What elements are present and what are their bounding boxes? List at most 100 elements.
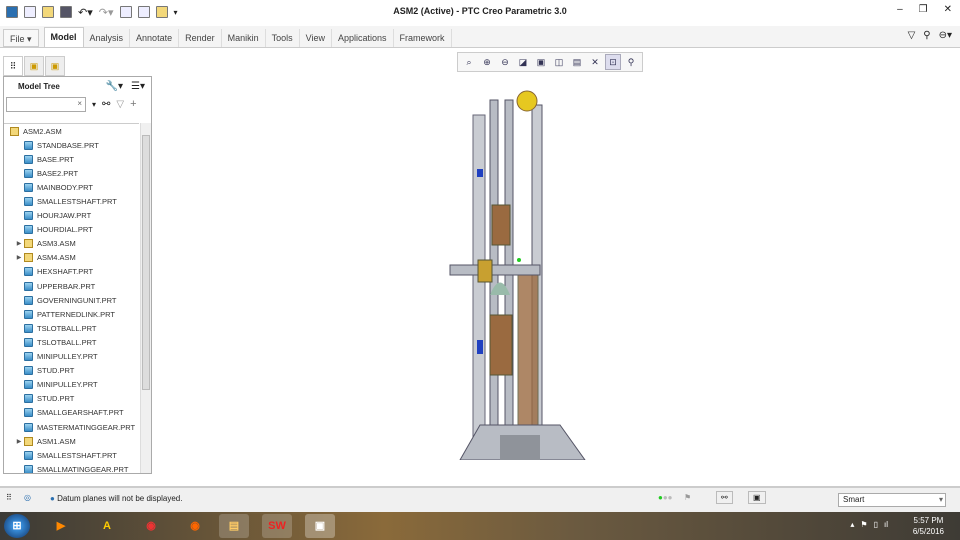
tab-manikin[interactable]: Manikin — [222, 29, 266, 47]
flag-icon[interactable]: ⚑ — [684, 493, 691, 502]
assembly-icon — [24, 239, 33, 249]
tree-item[interactable]: ▶ ASM1.ASM — [4, 434, 139, 448]
tree-item[interactable]: GOVERNINGUNIT.PRT — [4, 293, 139, 307]
annotation-display-icon[interactable]: ⊡ — [605, 54, 621, 70]
tree-item[interactable]: BASE2.PRT — [4, 166, 139, 180]
expand-icon[interactable]: ▶ — [14, 254, 24, 261]
add-icon[interactable]: + — [130, 98, 136, 110]
display-style-icon[interactable]: ▣ — [533, 54, 549, 70]
assembly-model-view[interactable] — [440, 85, 600, 460]
part-icon — [24, 464, 33, 473]
find-icon[interactable]: ⚯ — [716, 491, 733, 504]
solidworks-icon[interactable]: SW — [262, 514, 292, 538]
tree-item[interactable]: BASE.PRT — [4, 152, 139, 166]
tab-tools[interactable]: Tools — [266, 29, 300, 47]
power-icon[interactable]: ▯ — [874, 520, 878, 529]
tree-item[interactable]: TSLOTBALL.PRT — [4, 321, 139, 335]
collapse-ribbon-icon[interactable]: ▽ — [908, 30, 916, 41]
tree-item[interactable]: PATTERNEDLINK.PRT — [4, 307, 139, 321]
tree-item-label: MASTERMATINGGEAR.PRT — [37, 422, 136, 432]
browser-icon[interactable]: ◎ — [24, 493, 31, 502]
tree-item[interactable]: SMALLGEARSHAFT.PRT — [4, 406, 139, 420]
undo-icon[interactable]: ↶▾ — [78, 6, 93, 19]
refit-icon[interactable]: ⌕ — [461, 54, 477, 70]
assembly-icon — [10, 126, 19, 136]
tree-item[interactable]: MINIPULLEY.PRT — [4, 378, 139, 392]
tree-item[interactable]: HOURJAW.PRT — [4, 209, 139, 223]
datum-display-icon[interactable]: ✕ — [587, 54, 603, 70]
windows-icon[interactable] — [137, 6, 150, 18]
minimize-icon[interactable]: – — [897, 4, 903, 15]
repaint-icon[interactable]: ◪ — [515, 54, 531, 70]
show-menu-icon[interactable]: ☰▾ — [131, 81, 145, 92]
tree-item[interactable]: STANDBASE.PRT — [4, 138, 139, 152]
tab-applications[interactable]: Applications — [332, 29, 394, 47]
tab-framework[interactable]: Framework — [394, 29, 452, 47]
help-icon[interactable]: ⊖▾ — [939, 30, 952, 41]
favorites-tab[interactable]: ▣ — [45, 56, 65, 76]
zoom-out-icon[interactable]: ⊖ — [497, 54, 513, 70]
close-window-icon[interactable] — [155, 6, 168, 18]
clock[interactable]: 5:57 PM 6/5/2016 — [913, 515, 944, 537]
settings-tools-icon[interactable]: 🔧▾ — [106, 81, 123, 92]
zoom-in-icon[interactable]: ⊕ — [479, 54, 495, 70]
show-hidden-icon[interactable]: ▴ — [850, 520, 854, 529]
tree-item[interactable]: HEXSHAFT.PRT — [4, 265, 139, 279]
selection-filter-select[interactable]: Smart ▾ — [838, 493, 946, 507]
open-folder-icon[interactable] — [42, 6, 54, 18]
filter-icon[interactable]: ▽ — [116, 99, 124, 110]
regenerate-icon[interactable] — [119, 6, 132, 18]
expand-icon[interactable]: ▶ — [14, 240, 24, 247]
tree-item[interactable]: MAINBODY.PRT — [4, 180, 139, 194]
creo-taskbar-icon[interactable]: ▣ — [305, 514, 335, 538]
tree-item[interactable]: TSLOTBALL.PRT — [4, 335, 139, 349]
view-manager-icon[interactable]: ▤ — [569, 54, 585, 70]
expand-icon[interactable]: ▶ — [14, 438, 24, 445]
tree-item[interactable]: HOURDIAL.PRT — [4, 223, 139, 237]
customize-dropdown-icon[interactable]: ▾ — [174, 8, 178, 17]
redo-icon[interactable]: ↷▾ — [99, 6, 114, 19]
tree-item[interactable]: ▶ ASM3.ASM — [4, 237, 139, 251]
model-tree-tab[interactable]: ⠿ — [3, 56, 23, 76]
new-file-icon[interactable] — [24, 6, 36, 18]
spin-center-icon[interactable]: ⚲ — [623, 54, 639, 70]
binoculars-icon[interactable]: ⚯ — [102, 99, 110, 110]
restore-icon[interactable]: ❐ — [919, 4, 928, 15]
close-icon[interactable]: ✕ — [944, 4, 952, 15]
search-icon[interactable]: ⚲ — [923, 30, 930, 41]
selection-icon[interactable]: ▣ — [748, 491, 766, 504]
tree-item[interactable]: MINIPULLEY.PRT — [4, 350, 139, 364]
chrome-icon[interactable]: ◉ — [136, 514, 166, 538]
save-icon[interactable] — [60, 6, 72, 18]
tree-item[interactable]: ASM2.ASM — [4, 124, 139, 138]
tree-search-input[interactable]: × — [6, 96, 86, 112]
tree-item[interactable]: SMALLESTSHAFT.PRT — [4, 194, 139, 208]
tree-scrollbar[interactable] — [140, 123, 151, 473]
tree-item[interactable]: SMALLESTSHAFT.PRT — [4, 448, 139, 462]
network-icon[interactable]: ıl — [884, 520, 888, 529]
search-dropdown-icon[interactable]: ▾ — [92, 100, 96, 109]
firefox-icon[interactable]: ◉ — [180, 514, 210, 538]
folder-browser-tab[interactable]: ▣ — [24, 56, 44, 76]
file-explorer-icon[interactable]: ▤ — [219, 514, 249, 538]
tab-model[interactable]: Model — [43, 27, 84, 47]
media-player-icon[interactable]: ▶ — [46, 514, 76, 538]
clear-icon[interactable]: × — [77, 99, 82, 108]
action-center-flag-icon[interactable]: ⚑ — [860, 520, 867, 529]
tab-analysis[interactable]: Analysis — [84, 29, 131, 47]
tab-view[interactable]: View — [300, 29, 332, 47]
tree-item[interactable]: SMALLMATINGGEAR.PRT — [4, 462, 139, 473]
app-a-icon[interactable]: A — [92, 514, 122, 538]
tree-item[interactable]: STUD.PRT — [4, 364, 139, 378]
tree-item[interactable]: MASTERMATINGGEAR.PRT — [4, 420, 139, 434]
app-icon[interactable] — [6, 6, 18, 18]
tab-render[interactable]: Render — [179, 29, 222, 47]
toggle-navigator-icon[interactable]: ⠿ — [6, 493, 12, 502]
saved-orientations-icon[interactable]: ◫ — [551, 54, 567, 70]
tab-file[interactable]: File ▾ — [3, 29, 39, 47]
tab-annotate[interactable]: Annotate — [130, 29, 180, 47]
tree-item[interactable]: UPPERBAR.PRT — [4, 279, 139, 293]
tree-item[interactable]: ▶ ASM4.ASM — [4, 251, 139, 265]
start-button[interactable]: ⊞ — [4, 514, 30, 538]
tree-item[interactable]: STUD.PRT — [4, 392, 139, 406]
